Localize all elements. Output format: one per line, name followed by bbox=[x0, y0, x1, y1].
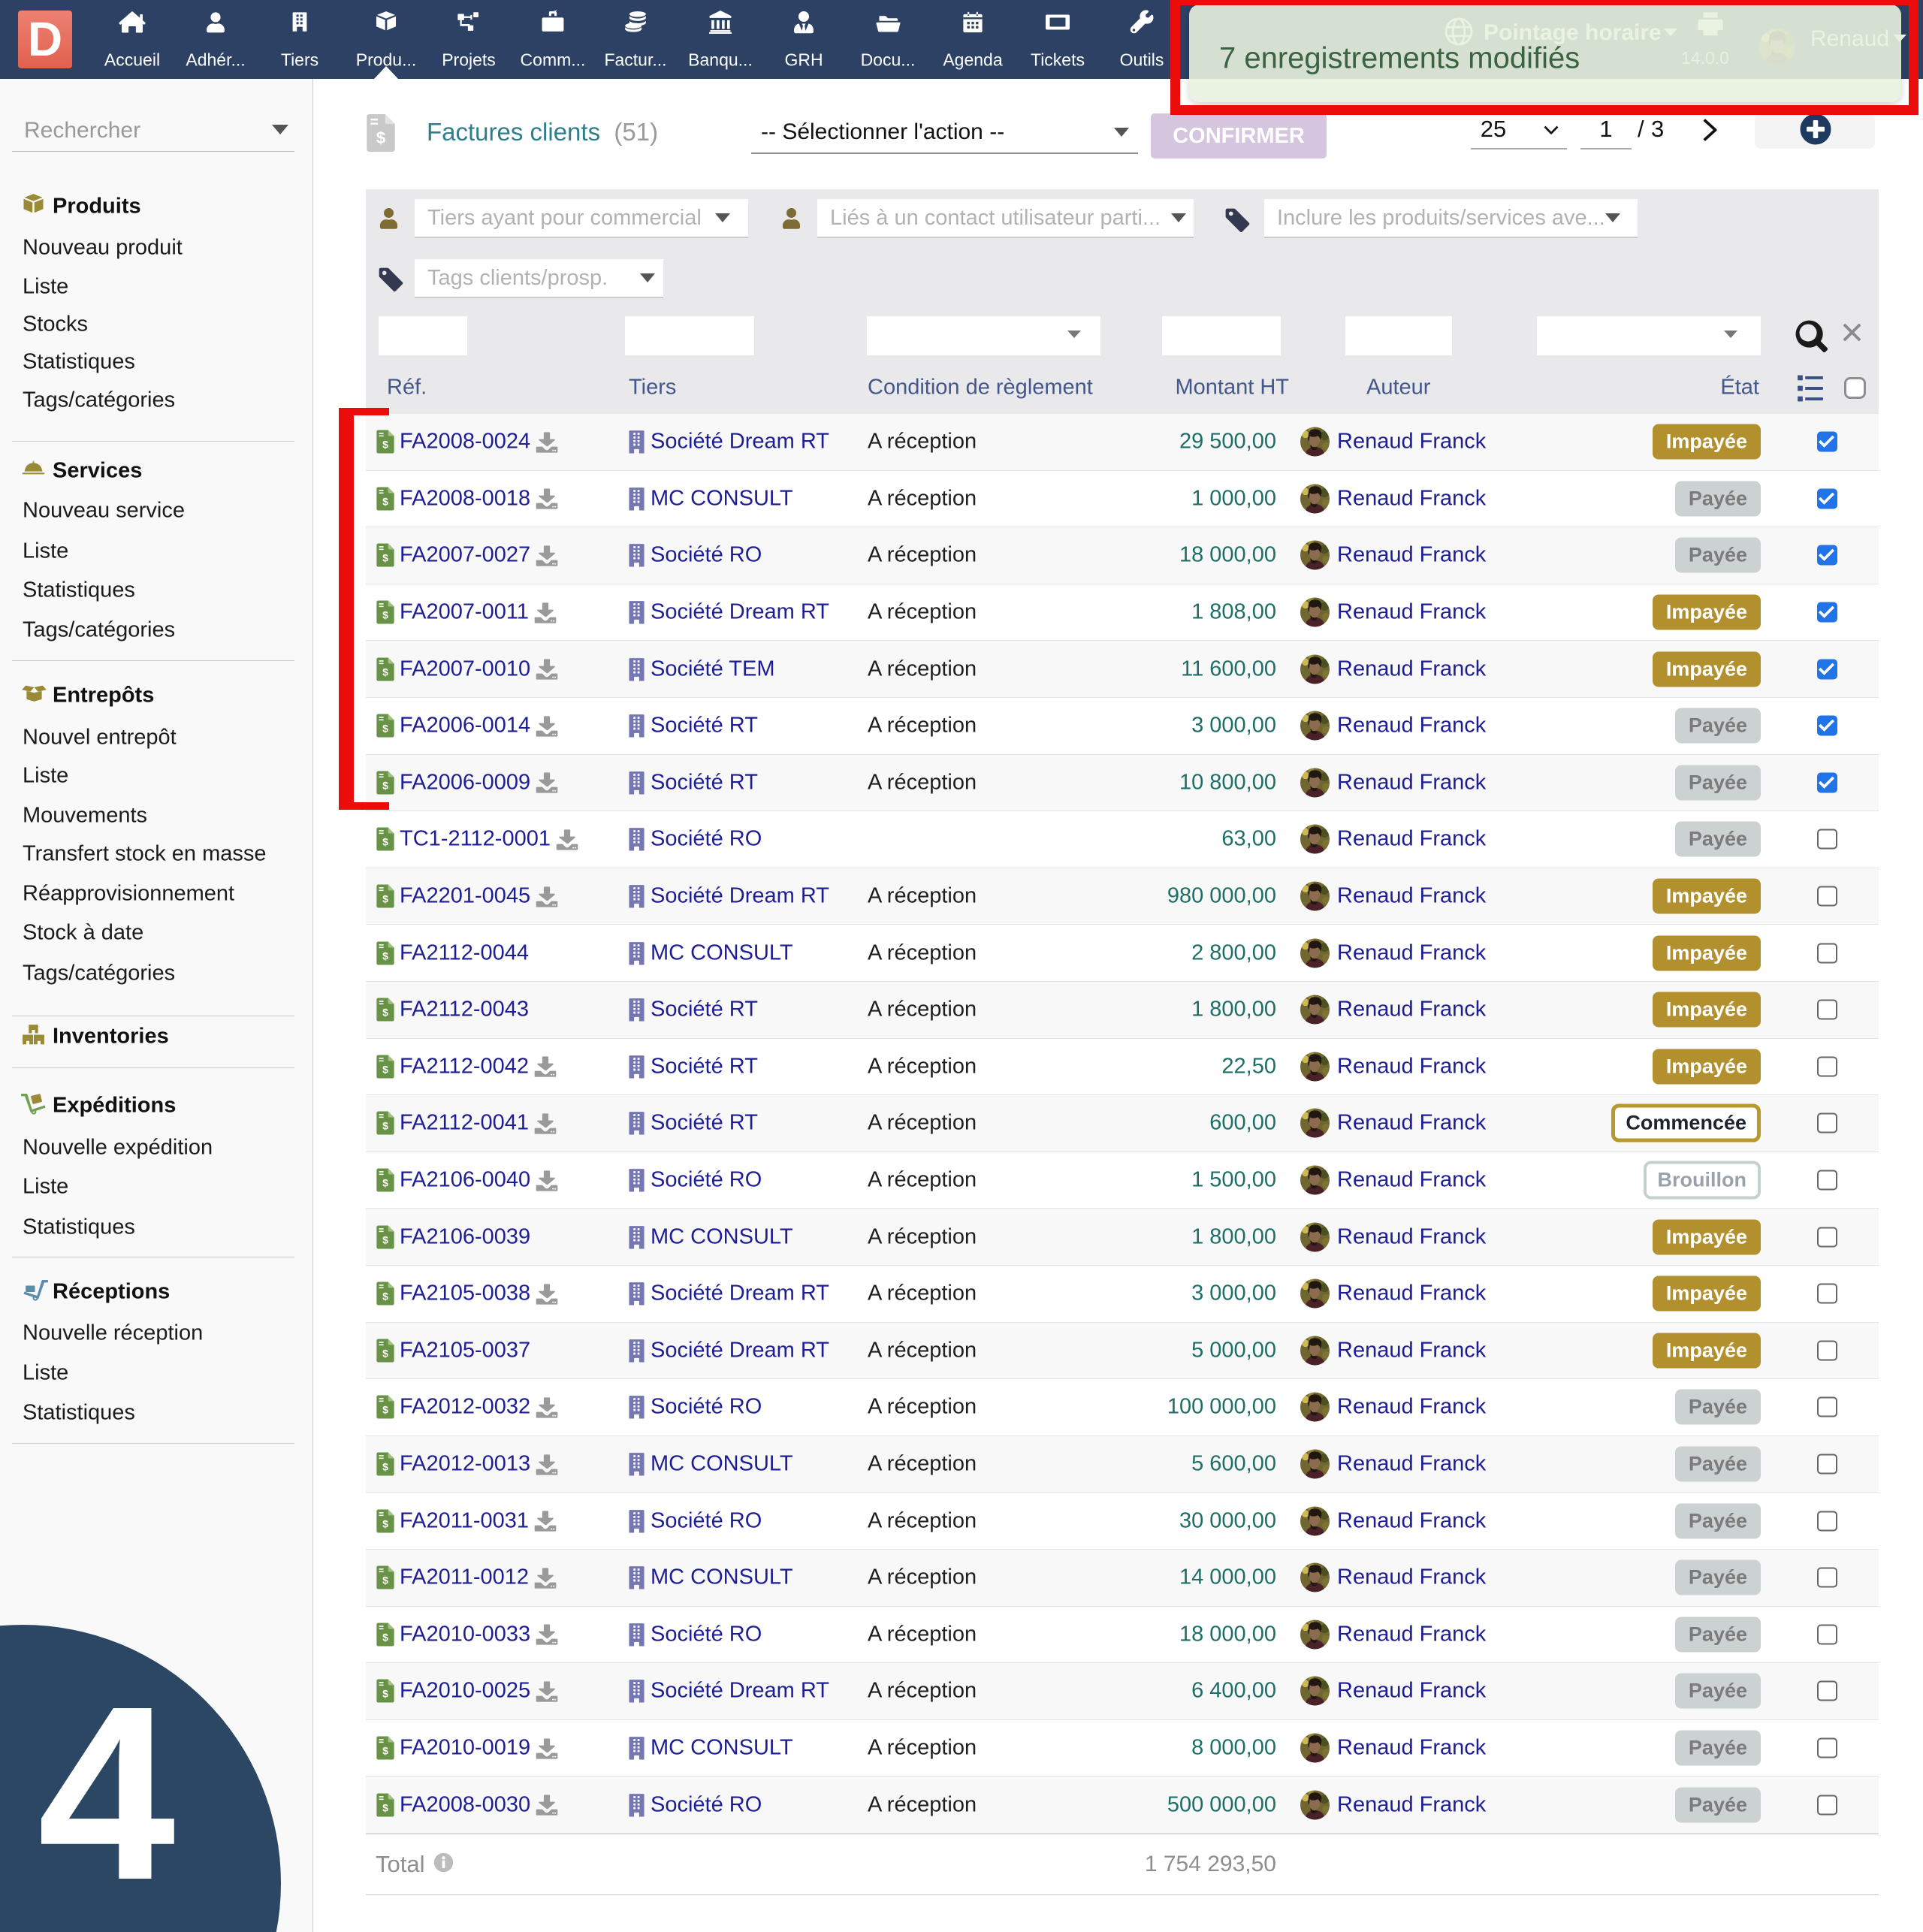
svg-text:$: $ bbox=[382, 1517, 388, 1529]
svg-text:$: $ bbox=[382, 1404, 388, 1416]
svg-text:$: $ bbox=[382, 666, 388, 678]
svg-text:$: $ bbox=[382, 439, 388, 451]
svg-text:$: $ bbox=[382, 1233, 388, 1245]
svg-text:$: $ bbox=[382, 1632, 388, 1644]
svg-text:$: $ bbox=[382, 949, 388, 961]
svg-text:$: $ bbox=[382, 1688, 388, 1700]
svg-text:$: $ bbox=[382, 1177, 388, 1189]
svg-text:$: $ bbox=[382, 1461, 388, 1473]
svg-text:$: $ bbox=[382, 1801, 388, 1813]
svg-text:$: $ bbox=[382, 780, 388, 792]
svg-text:$: $ bbox=[382, 552, 388, 564]
svg-text:$: $ bbox=[382, 1745, 388, 1757]
svg-text:$: $ bbox=[382, 609, 388, 621]
svg-text:$: $ bbox=[382, 1064, 388, 1076]
svg-text:$: $ bbox=[382, 1120, 388, 1132]
svg-text:$: $ bbox=[376, 128, 386, 147]
svg-text:$: $ bbox=[382, 893, 388, 905]
svg-text:$: $ bbox=[382, 1574, 388, 1586]
svg-text:$: $ bbox=[382, 1291, 388, 1303]
svg-text:$: $ bbox=[382, 723, 388, 735]
svg-text:$: $ bbox=[382, 496, 388, 508]
svg-text:$: $ bbox=[382, 836, 388, 848]
svg-text:$: $ bbox=[382, 1007, 388, 1019]
svg-text:$: $ bbox=[382, 1348, 388, 1360]
